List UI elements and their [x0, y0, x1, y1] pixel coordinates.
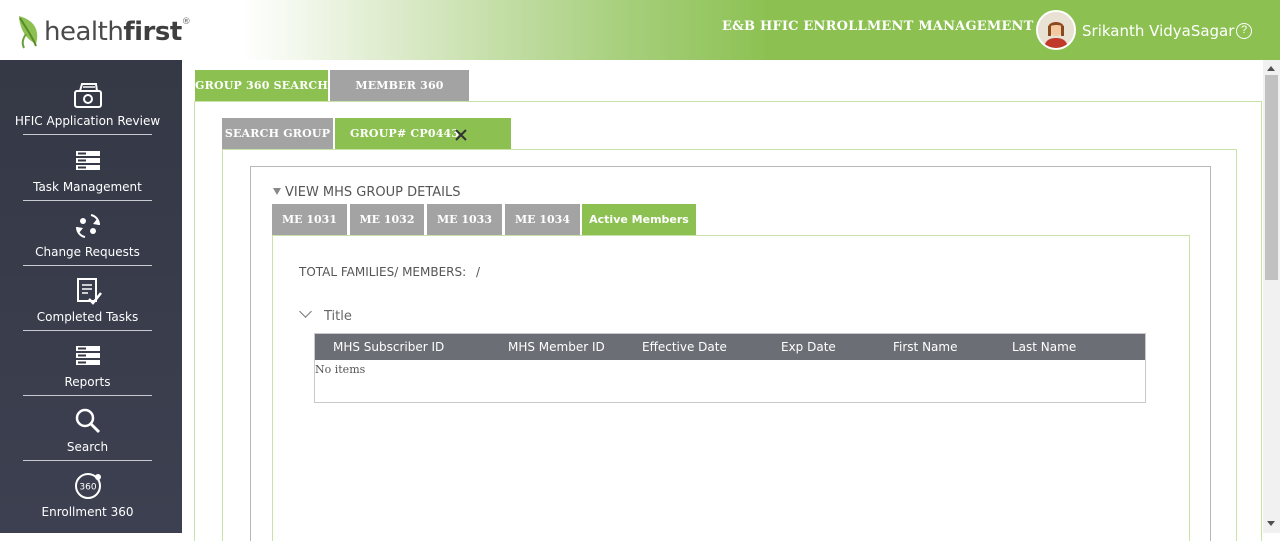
chevron-down-icon: [299, 305, 312, 318]
close-tab-icon[interactable]: [454, 128, 468, 142]
sidebar-item-search[interactable]: Search: [23, 396, 152, 461]
sidebar-item-label: Task Management: [33, 180, 142, 194]
sidebar-item-label: Enrollment 360: [41, 505, 134, 519]
reports-icon: [76, 346, 100, 365]
leaf-logo-icon: [19, 16, 38, 49]
tab-label: GROUP# CP0443: [350, 127, 460, 140]
column-header-first-name[interactable]: First Name: [893, 340, 957, 354]
section-heading: VIEW MHS GROUP DETAILS: [285, 185, 461, 200]
tab-me-1033[interactable]: ME 1033: [427, 204, 502, 236]
logo-wordmark: healthfirst®: [44, 17, 191, 47]
server-stack-icon: [76, 151, 100, 170]
change-requests-icon: [75, 214, 101, 238]
application-review-icon: [74, 83, 102, 108]
tab-active-members[interactable]: Active Members: [582, 204, 696, 236]
column-header-effective-date[interactable]: Effective Date: [642, 340, 727, 354]
grid-header: MHS Subscriber ID MHS Member ID Effectiv…: [315, 334, 1145, 360]
members-grid: MHS Subscriber ID MHS Member ID Effectiv…: [314, 333, 1146, 403]
sidebar-item-completed-tasks[interactable]: Completed Tasks: [23, 266, 152, 331]
column-header-last-name[interactable]: Last Name: [1012, 340, 1076, 354]
scroll-up-arrow-icon[interactable]: [1267, 66, 1275, 71]
sidebar-item-reports[interactable]: Reports: [23, 331, 152, 396]
scrollbar-thumb[interactable]: [1265, 75, 1278, 280]
app-header: healthfirst® E&B HFIC ENROLLMENT MANAGEM…: [0, 0, 1280, 60]
view-mhs-group-details-toggle[interactable]: VIEW MHS GROUP DETAILS: [273, 185, 461, 200]
column-header-mhs-member-id[interactable]: MHS Member ID: [508, 340, 605, 354]
tab-me-1031[interactable]: ME 1031: [272, 204, 347, 236]
sidebar-item-task-management[interactable]: Task Management: [23, 136, 152, 201]
sidebar-item-label: Change Requests: [35, 245, 140, 259]
sidebar-item-label: HFIC Application Review: [14, 114, 161, 128]
sidebar-item-label: Completed Tasks: [36, 310, 139, 324]
members-section-title: Title: [324, 309, 352, 324]
sidebar-item-label: Reports: [64, 375, 111, 389]
svg-text:360: 360: [79, 483, 96, 493]
tab-group-360-search[interactable]: GROUP 360 SEARCH: [195, 70, 328, 102]
sidebar-item-enrollment-360[interactable]: 360 Enrollment 360: [23, 461, 152, 526]
tab-me-1032[interactable]: ME 1032: [350, 204, 424, 236]
sidebar-item-label: Search: [66, 440, 109, 454]
collapse-triangle-icon: [273, 188, 281, 195]
avatar-portrait-icon: [1038, 12, 1074, 48]
app-title: E&B HFIC ENROLLMENT MANAGEMENT: [722, 19, 1034, 34]
healthfirst-logo[interactable]: healthfirst®: [16, 12, 191, 52]
column-header-mhs-subscriber-id[interactable]: MHS Subscriber ID: [333, 340, 444, 354]
page-scrollbar[interactable]: [1263, 60, 1280, 533]
totals-value: /: [476, 265, 481, 279]
help-icon[interactable]: ?: [1236, 23, 1252, 39]
tab-member-360-search[interactable]: MEMBER 360 SEARCH: [330, 70, 469, 124]
completed-tasks-icon: [77, 278, 102, 305]
tab-me-1034[interactable]: ME 1034: [505, 204, 580, 236]
grid-empty-message: No items: [315, 363, 366, 376]
sidebar-item-change-requests[interactable]: Change Requests: [23, 201, 152, 266]
user-name[interactable]: Srikanth VidyaSagar: [1082, 22, 1234, 40]
sidebar: HFIC Application Review Task Management …: [0, 60, 182, 533]
total-families-members: TOTAL FAMILIES/ MEMBERS: /: [299, 265, 480, 279]
scroll-down-arrow-icon[interactable]: [1267, 521, 1275, 526]
user-avatar[interactable]: [1036, 10, 1076, 50]
search-icon: [75, 408, 101, 434]
tab-search-group[interactable]: SEARCH GROUP: [222, 118, 333, 150]
column-header-exp-date[interactable]: Exp Date: [781, 340, 836, 354]
enrollment-360-icon: 360: [75, 473, 101, 499]
sidebar-item-hfic-application-review[interactable]: HFIC Application Review: [15, 70, 160, 135]
tab-group-cp0443[interactable]: GROUP# CP0443: [335, 118, 511, 150]
totals-label: TOTAL FAMILIES/ MEMBERS:: [299, 265, 467, 279]
members-title-toggle[interactable]: Title: [299, 305, 352, 324]
